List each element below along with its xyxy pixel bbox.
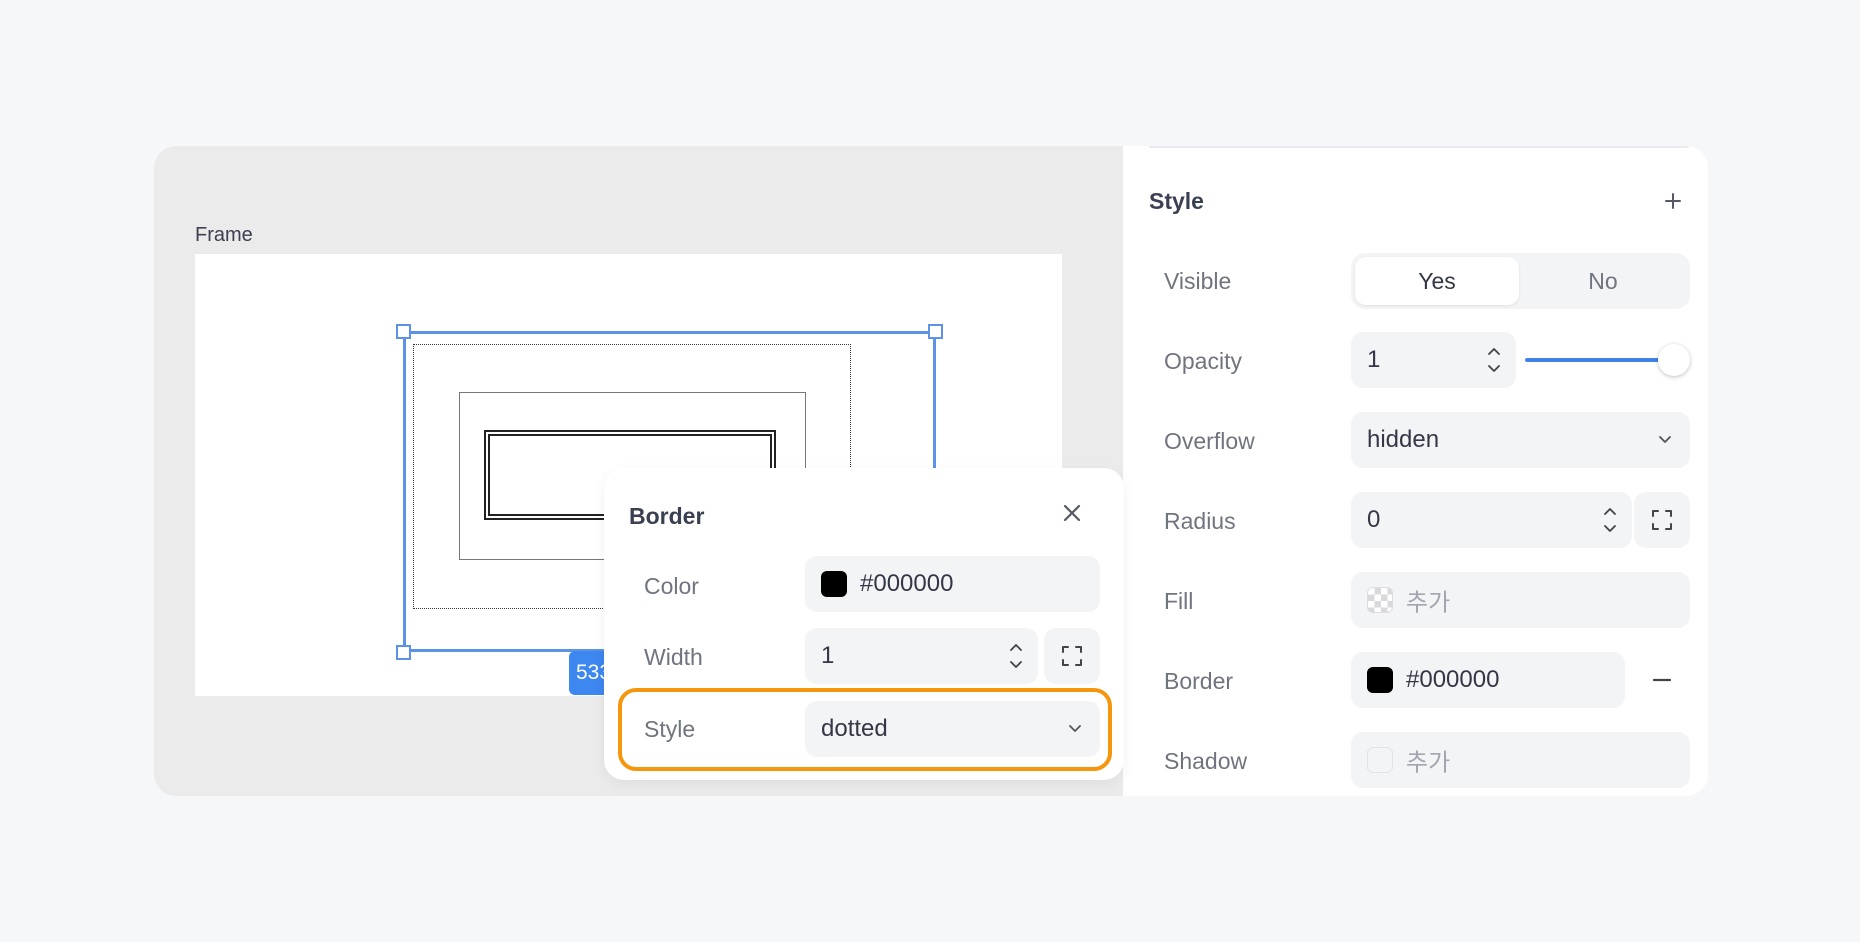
color-value: #000000 [860, 570, 954, 597]
fill-placeholder: 추가 [1406, 589, 1451, 617]
close-button[interactable] [1057, 498, 1087, 528]
color-swatch-icon [821, 571, 847, 597]
minus-icon [1652, 678, 1672, 682]
close-icon [1063, 504, 1081, 522]
empty-swatch-icon [1367, 747, 1393, 773]
border-color-value: #000000 [1406, 666, 1500, 693]
plus-icon [1665, 193, 1681, 209]
resize-handle-bottom-left[interactable] [396, 645, 411, 660]
stepper-icon[interactable] [1602, 503, 1618, 537]
transparent-swatch-icon [1367, 587, 1393, 613]
visible-toggle: Yes No [1351, 253, 1690, 309]
chevron-down-icon [1069, 725, 1081, 732]
style-value: dotted [821, 715, 888, 742]
opacity-slider-track[interactable] [1525, 358, 1675, 362]
panel-title: Style [1149, 188, 1204, 214]
remove-border-button[interactable] [1647, 665, 1677, 695]
border-color-field[interactable]: #000000 [1351, 652, 1625, 708]
visible-yes-option[interactable]: Yes [1355, 257, 1519, 305]
radius-input[interactable]: 0 [1351, 492, 1632, 548]
corners-icon [1652, 510, 1672, 530]
width-value: 1 [821, 642, 835, 669]
color-swatch-icon [1367, 667, 1393, 693]
border-style-select[interactable]: dotted [805, 701, 1100, 757]
popover-title: Border [629, 503, 705, 529]
border-color-input[interactable]: #000000 [805, 556, 1100, 612]
add-style-button[interactable] [1658, 186, 1688, 216]
border-width-input[interactable]: 1 [805, 628, 1038, 684]
fill-label: Fill [1164, 588, 1194, 614]
border-individual-sides-button[interactable] [1044, 628, 1100, 684]
radius-label: Radius [1164, 508, 1236, 534]
fill-add-field[interactable]: 추가 [1351, 572, 1690, 628]
corners-icon [1062, 646, 1082, 666]
stepper-icon[interactable] [1008, 639, 1024, 673]
overflow-value: hidden [1367, 426, 1440, 453]
opacity-label: Opacity [1164, 348, 1242, 374]
overflow-select[interactable]: hidden [1351, 412, 1690, 468]
shadow-label: Shadow [1164, 748, 1248, 774]
stepper-icon[interactable] [1486, 343, 1502, 377]
overflow-label: Overflow [1164, 428, 1255, 454]
resize-handle-top-left[interactable] [396, 324, 411, 339]
style-label: Style [644, 716, 696, 742]
frame-label[interactable]: Frame [195, 224, 253, 247]
color-label: Color [644, 573, 699, 599]
border-popover: Border Color #000000 Width 1 Style dotte… [604, 468, 1124, 780]
border-label: Border [1164, 668, 1234, 694]
width-label: Width [644, 644, 703, 670]
chevron-down-icon [1659, 436, 1671, 443]
opacity-value: 1 [1367, 346, 1381, 373]
panel-divider [1149, 146, 1689, 148]
opacity-slider-thumb[interactable] [1658, 344, 1690, 376]
resize-handle-top-right[interactable] [928, 324, 943, 339]
opacity-input[interactable]: 1 [1351, 332, 1516, 388]
visible-no-option[interactable]: No [1521, 257, 1685, 305]
shadow-placeholder: 추가 [1406, 749, 1451, 777]
visible-label: Visible [1164, 268, 1232, 294]
shadow-add-field[interactable]: 추가 [1351, 732, 1690, 788]
radius-individual-corners-button[interactable] [1634, 492, 1690, 548]
radius-value: 0 [1367, 506, 1381, 533]
